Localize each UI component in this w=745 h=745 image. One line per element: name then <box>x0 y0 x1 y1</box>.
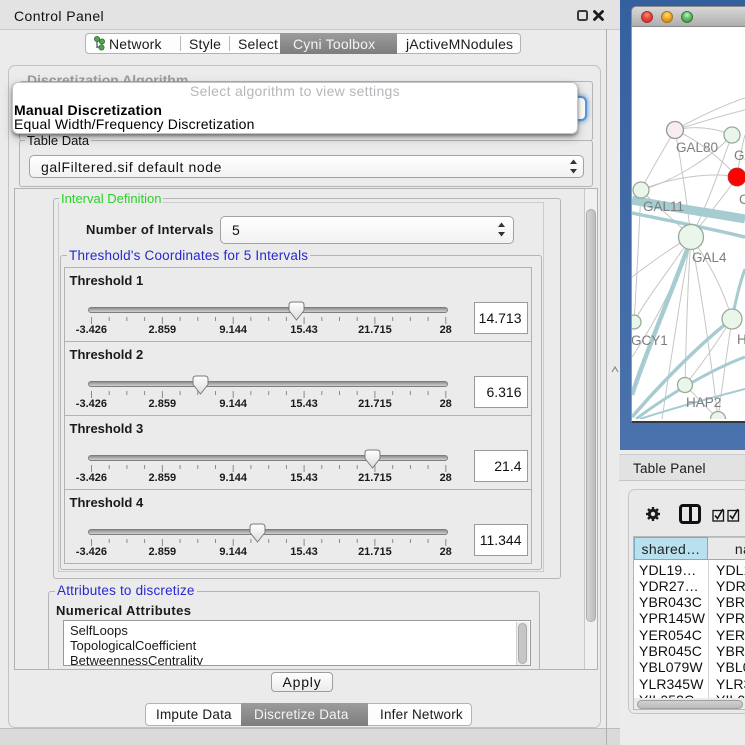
svg-text:GCY1: GCY1 <box>632 333 668 348</box>
svg-text:GAL4: GAL4 <box>692 250 727 265</box>
svg-text:GAL11: GAL11 <box>643 199 684 214</box>
svg-text:GAL80: GAL80 <box>676 140 718 155</box>
svg-text:GAL: GAL <box>734 148 745 163</box>
svg-text:HAP2: HAP2 <box>686 395 721 410</box>
svg-text:H: H <box>737 332 745 347</box>
svg-text:C: C <box>739 192 745 207</box>
